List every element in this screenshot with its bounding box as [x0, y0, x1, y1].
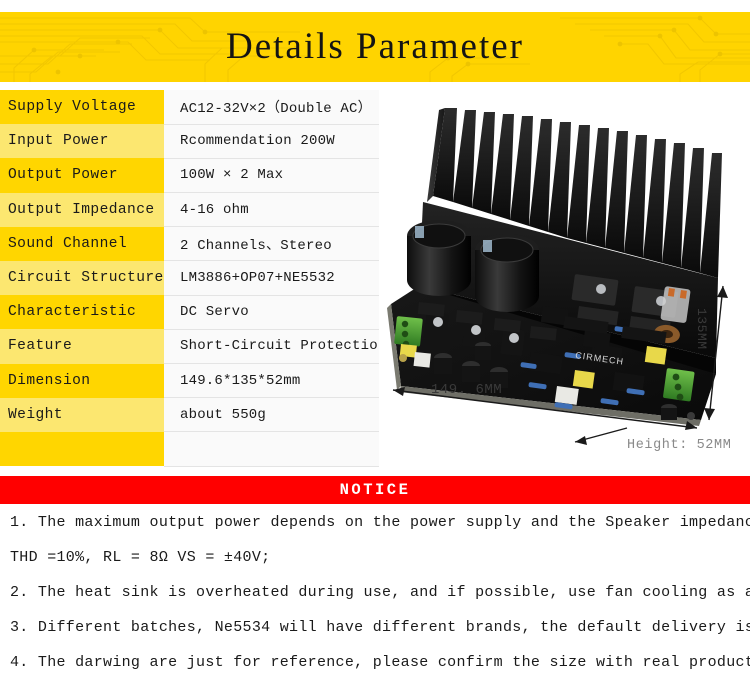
spec-value: DC Servo — [164, 295, 403, 330]
film-capacitor — [644, 346, 667, 365]
screw-terminal — [394, 316, 423, 348]
table-row: Dimension 149.6*135*52mm — [0, 363, 403, 399]
page-title: Details Parameter — [225, 26, 525, 67]
spec-value: about 550g — [164, 397, 403, 433]
spec-value: 149.6*135*52mm — [164, 363, 403, 399]
spec-key: Feature — [0, 329, 164, 364]
white-connector — [554, 385, 579, 405]
spec-key: Output Power — [0, 158, 164, 193]
notice-bar: NOTICE — [0, 476, 750, 504]
spec-key: Characteristic — [0, 295, 164, 330]
to220-transistor — [424, 312, 449, 340]
spec-key: Sound Channel — [0, 226, 164, 261]
dimension-height-label: Height: 52MM — [627, 438, 732, 453]
table-row: Input Power Rcommendation 200W — [0, 124, 403, 159]
spec-key: Weight — [0, 397, 164, 432]
notice-item: 2. The heat sink is overheated during us… — [10, 584, 750, 601]
table-row: Characteristic DC Servo — [0, 295, 403, 330]
fuse-holder — [660, 286, 691, 323]
specification-table: Supply Voltage AC12-32V×2（Double AC） Inp… — [0, 90, 403, 467]
spec-value: AC12-32V×2（Double AC） — [164, 90, 403, 125]
spec-value: 100W × 2 Max — [164, 158, 403, 194]
spec-value: Short-Circuit Protection — [164, 329, 403, 365]
spec-value: LM3886+OP07+NE5532 — [164, 260, 403, 296]
notice-item: 4. The darwing are just for reference, p… — [10, 654, 750, 671]
notice-list: 1. The maximum output power depends on t… — [0, 505, 750, 680]
spec-key: Supply Voltage — [0, 90, 164, 125]
notice-item: 1. The maximum output power depends on t… — [10, 514, 750, 531]
table-row — [0, 431, 403, 467]
filter-capacitor — [407, 220, 471, 296]
mounting-hole — [687, 412, 695, 420]
notice-item-continuation: THD =10%, RL = 8Ω VS = ±40V; — [10, 549, 271, 566]
to220-transistor — [500, 328, 525, 356]
spec-key — [0, 431, 164, 467]
spec-key: Output Impedance — [0, 192, 164, 227]
notice-label: NOTICE — [339, 481, 411, 499]
film-capacitor — [572, 370, 595, 389]
table-row: Output Impedance 4-16 ohm — [0, 192, 403, 228]
dimension-depth-label: 135MM — [694, 308, 709, 350]
table-row: Supply Voltage AC12-32V×2（Double AC） — [0, 90, 403, 125]
spec-value — [164, 431, 403, 467]
product-photo: CIRMECH 149. 6MM 135MM Height: 52MM — [379, 90, 750, 476]
spec-key: Dimension — [0, 363, 164, 398]
white-connector — [413, 352, 431, 368]
table-row: Sound Channel 2 Channels、Stereo — [0, 226, 403, 262]
spec-value: 2 Channels、Stereo — [164, 226, 403, 262]
table-row: Output Power 100W × 2 Max — [0, 158, 403, 194]
spec-value: 4-16 ohm — [164, 192, 403, 228]
table-row: Weight about 550g — [0, 397, 403, 433]
table-row: Circuit Structure LM3886+OP07+NE5532 — [0, 260, 403, 296]
screw-terminal — [663, 368, 695, 402]
spec-value: Rcommendation 200W — [164, 124, 403, 159]
spec-key: Circuit Structure — [0, 260, 164, 296]
amplifier-board-illustration: CIRMECH — [387, 108, 728, 445]
filter-capacitor — [475, 234, 539, 312]
dimension-width-label: 149. 6MM — [431, 382, 503, 398]
mounting-hole — [399, 354, 407, 362]
header-banner: Details Parameter — [0, 12, 750, 82]
table-row: Feature Short-Circuit Protection — [0, 329, 403, 365]
notice-item: 3. Different batches, Ne5534 will have d… — [10, 619, 750, 636]
spec-key: Input Power — [0, 124, 164, 159]
